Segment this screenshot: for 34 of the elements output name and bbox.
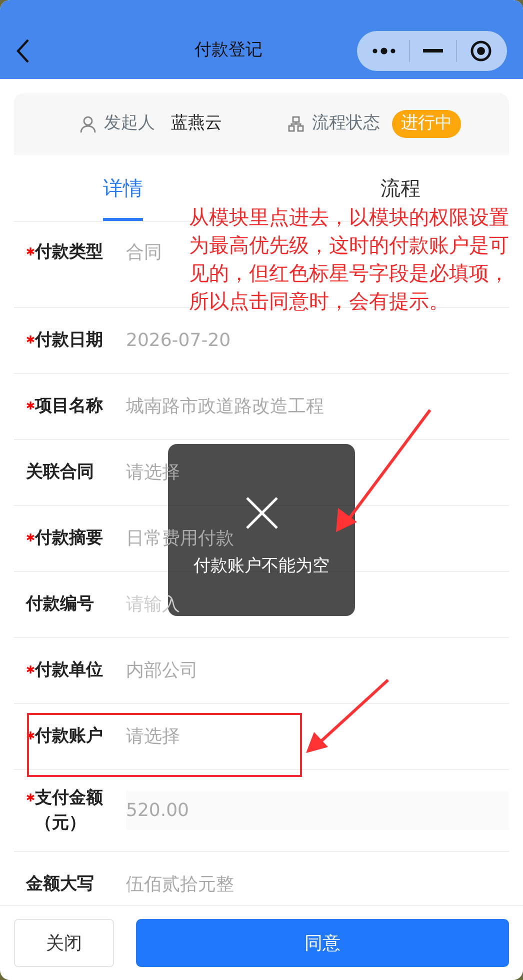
- status-badge: 进行中: [392, 110, 461, 138]
- status-label: 流程状态: [312, 112, 380, 136]
- flow-icon: [288, 116, 304, 132]
- field-label: 付款摘要: [35, 527, 104, 550]
- field-value: 合同: [126, 241, 162, 265]
- more-icon[interactable]: [372, 47, 396, 55]
- field-label: 付款日期: [35, 329, 104, 352]
- person-icon: [80, 116, 96, 132]
- field-label: 付款账户: [35, 725, 104, 748]
- field-label: 关联合同: [26, 461, 95, 484]
- initiator-label: 发起人: [104, 112, 155, 136]
- tab[interactable]: 流程: [380, 172, 420, 200]
- field-label: 付款类型: [35, 241, 104, 264]
- page-title: 付款登记: [194, 39, 264, 62]
- annotation-note: 从模块里点进去，以模块的权限设置为最高优先级，这时的付款账户是可见的，但红色标星号字段是必填项，所以点击同意时，会有提示。: [189, 204, 510, 315]
- initiator-name: 蓝燕云: [171, 112, 222, 136]
- field-value: 伍佰贰拾元整: [126, 873, 234, 897]
- back-icon[interactable]: [16, 38, 30, 64]
- field-value: 内部公司: [126, 659, 198, 683]
- field-value: 城南路市政道路改造工程: [126, 395, 324, 419]
- toast-message: 付款账户不能为空: [194, 555, 330, 578]
- close-button[interactable]: 关闭: [14, 919, 114, 967]
- field-value: 请选择: [126, 725, 180, 749]
- close-target-icon[interactable]: [470, 40, 492, 62]
- field-value: 2026-07-20: [126, 329, 231, 353]
- field-label: 付款单位: [35, 659, 104, 682]
- field-label: 付款编号: [26, 593, 95, 616]
- field-label: 项目名称: [35, 395, 104, 418]
- field-label: 金额大写: [26, 873, 95, 896]
- error-icon: [244, 496, 278, 530]
- minimize-icon[interactable]: [422, 49, 443, 53]
- agree-button[interactable]: 同意: [136, 919, 509, 967]
- field-label: 支付金额（元）: [35, 786, 104, 834]
- tab[interactable]: 详情: [102, 172, 143, 221]
